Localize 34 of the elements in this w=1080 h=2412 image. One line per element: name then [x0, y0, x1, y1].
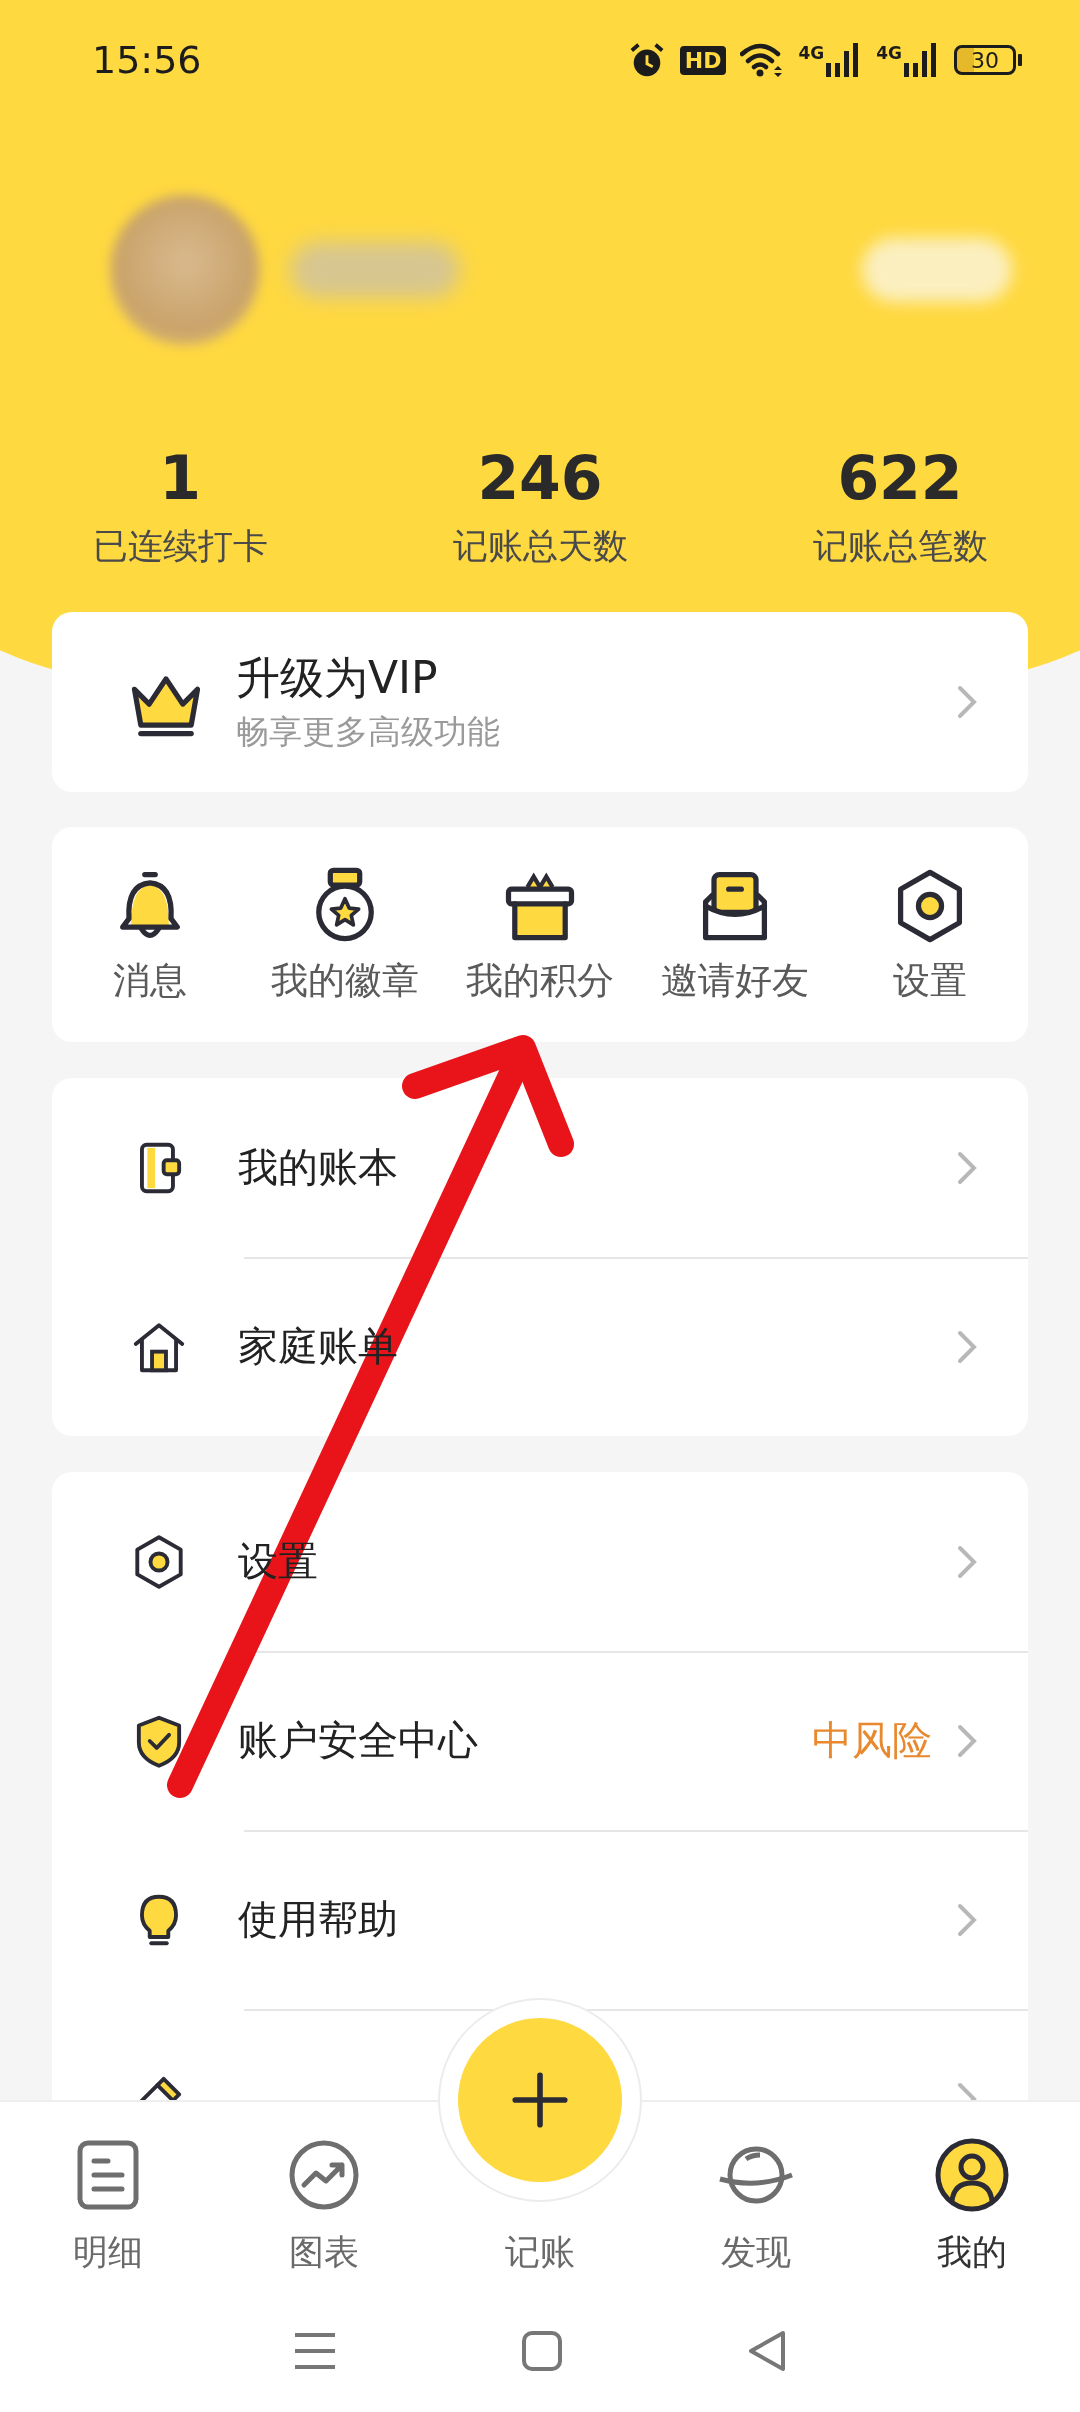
shortcut-button[interactable]: 邀请好友: [637, 863, 833, 1006]
risk-status: 中风险: [812, 1716, 932, 1765]
nav-tab[interactable]: 图表: [216, 2102, 432, 2290]
shortcut-button[interactable]: 设置: [832, 863, 1028, 1006]
chevron-icon: [956, 684, 978, 720]
shortcut-button[interactable]: 我的徽章: [247, 863, 443, 1006]
chevron-icon: [956, 1543, 978, 1580]
menu-icon[interactable]: [292, 2331, 337, 2371]
shortcut-button[interactable]: 我的积分: [442, 863, 638, 1006]
stat-value: 622: [837, 442, 963, 515]
home-icon[interactable]: [522, 2331, 562, 2371]
back-icon[interactable]: [747, 2330, 788, 2372]
chevron-icon: [956, 1722, 978, 1759]
nav-tab[interactable]: 记账: [505, 2229, 575, 2276]
vip-card[interactable]: 升级为VIP 畅享更多高级功能: [52, 612, 1028, 792]
stat-value: 1: [159, 442, 201, 515]
stat-label: 已连续打卡: [92, 525, 268, 568]
vip-subtitle: 畅享更多高级功能: [236, 711, 501, 753]
menu-item[interactable]: 我的账本: [52, 1078, 1028, 1257]
nav-tab[interactable]: 明细: [0, 2102, 216, 2290]
status-time: 15:56: [92, 38, 202, 82]
nav-tab[interactable]: 发现: [648, 2102, 864, 2290]
wifi-icon: [740, 42, 785, 78]
chevron-icon: [956, 1328, 978, 1365]
chevron-icon: [956, 1901, 978, 1938]
menu-item[interactable]: 账户安全中心 中风险: [52, 1651, 1028, 1830]
shortcut-button[interactable]: 消息: [52, 863, 248, 1006]
stat-value: 246: [477, 442, 603, 515]
stat-label: 记账总笔数: [812, 525, 988, 568]
chevron-icon: [956, 1149, 978, 1186]
stat-label: 记账总天数: [452, 525, 628, 568]
nav-tab[interactable]: 我的: [864, 2102, 1080, 2290]
vip-title: 升级为VIP: [236, 651, 439, 705]
menu-item[interactable]: 使用帮助: [52, 1830, 1028, 2009]
